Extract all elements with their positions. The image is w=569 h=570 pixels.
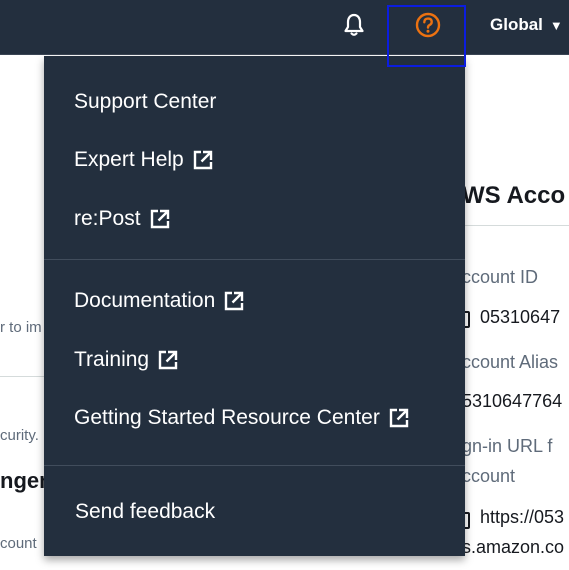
- left-panel-text: count: [0, 535, 37, 552]
- account-id-label: ccount ID: [462, 267, 539, 287]
- account-alias-value: 5310647764: [462, 391, 563, 411]
- section-divider: [462, 225, 569, 226]
- region-label: Global: [490, 15, 543, 34]
- top-navigation-bar: Global ▼: [0, 0, 569, 55]
- external-link-icon: [388, 407, 410, 429]
- menu-item-training[interactable]: Training: [74, 345, 179, 375]
- menu-item-expert-help[interactable]: Expert Help: [74, 145, 214, 175]
- menu-item-label: Expert Help: [74, 148, 184, 171]
- account-section-heading: WS Acco: [462, 182, 566, 209]
- external-link-icon: [223, 290, 245, 312]
- left-panel-text: r to im: [0, 319, 42, 336]
- external-link-icon: [192, 149, 214, 171]
- menu-item-label: Send feedback: [75, 500, 216, 523]
- account-alias-label: ccount Alias: [462, 352, 559, 372]
- menu-item-getting-started[interactable]: Getting Started Resource Center: [74, 403, 410, 433]
- menu-item-label: Training: [74, 348, 150, 371]
- menu-divider: [44, 465, 465, 466]
- account-id-value: 05310647: [480, 307, 561, 327]
- menu-item-label: re:Post: [74, 207, 141, 230]
- left-panel-text: curity.: [0, 427, 39, 444]
- menu-item-label: Getting Started Resource Center: [74, 406, 380, 429]
- menu-item-documentation[interactable]: Documentation: [74, 286, 245, 316]
- menu-item-support-center[interactable]: Support Center: [74, 87, 216, 117]
- external-link-icon: [157, 349, 179, 371]
- left-divider: [0, 376, 44, 377]
- menu-divider: [44, 259, 465, 260]
- signin-url-value[interactable]: https://053: [480, 507, 564, 528]
- external-link-icon: [149, 208, 171, 230]
- menu-item-repost[interactable]: re:Post: [74, 204, 171, 234]
- signin-url-value-cont[interactable]: s.amazon.co: [462, 537, 564, 558]
- help-icon[interactable]: [413, 10, 443, 40]
- bell-icon[interactable]: [341, 11, 367, 39]
- menu-item-send-feedback[interactable]: Send feedback: [75, 497, 215, 527]
- signin-url-label: gn-in URL f: [462, 436, 553, 456]
- caret-down-icon: ▼: [549, 17, 563, 33]
- menu-item-label: Support Center: [74, 90, 217, 113]
- region-selector[interactable]: Global ▼: [490, 13, 563, 37]
- menu-item-label: Documentation: [74, 289, 216, 312]
- signin-url-label-cont: ccount: [462, 466, 516, 486]
- help-dropdown-menu: Support Center Expert Help re:Post Docum…: [44, 56, 465, 556]
